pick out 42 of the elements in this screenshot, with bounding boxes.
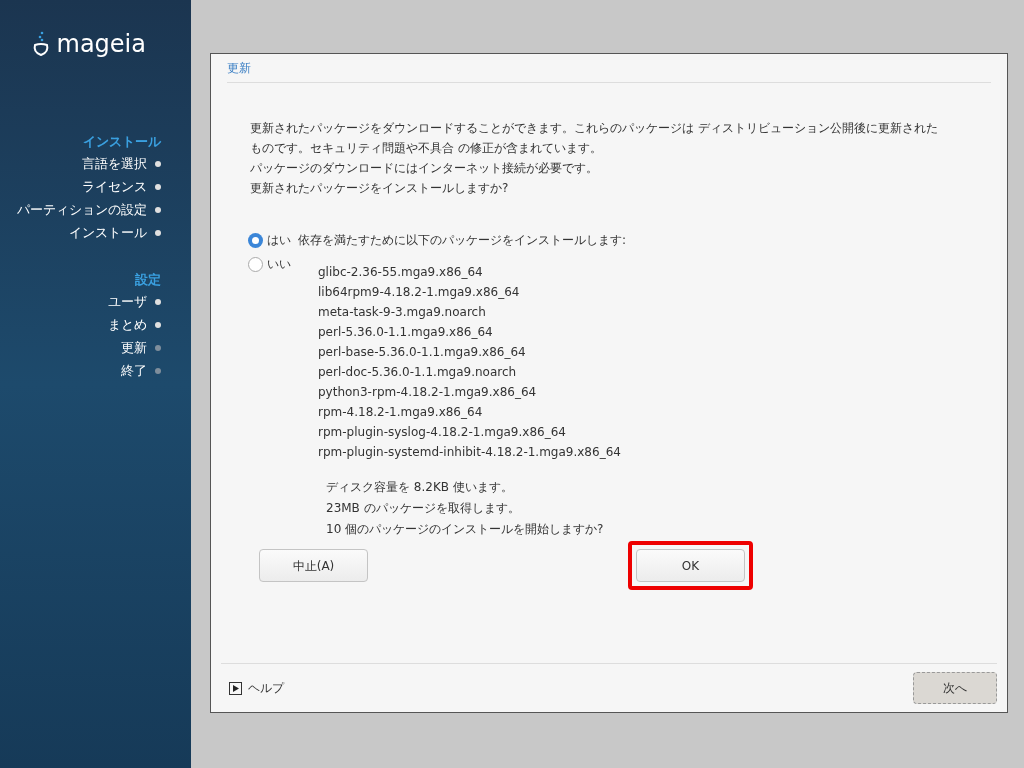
radio-button[interactable] xyxy=(248,232,263,248)
radio-label: いい xyxy=(267,256,291,273)
summary-text: 23MB のパッケージを取得します。 xyxy=(326,500,521,517)
package-name: rpm-plugin-systemd-inhibit-4.18.2-1.mga9.x86_64 xyxy=(318,444,622,461)
package-name: perl-5.36.0-1.1.mga9.x86_64 xyxy=(318,324,494,341)
package-name: lib64rpm9-4.18.2-1.mga9.x86_64 xyxy=(318,284,521,301)
next-button[interactable]: 次へ xyxy=(913,672,997,704)
radio-label: はい xyxy=(267,232,291,249)
radio-option[interactable]: はい xyxy=(248,231,298,249)
step-label: 更新 xyxy=(121,338,147,357)
step-label: ユーザ xyxy=(108,292,147,311)
step-label: 言語を選択 xyxy=(82,154,147,173)
package-name: glibc-2.36-55.mga9.x86_64 xyxy=(318,264,484,281)
package-name: python3-rpm-4.18.2-1.mga9.x86_64 xyxy=(318,384,538,401)
package-name: meta-task-9-3.mga9.noarch xyxy=(318,304,487,321)
radio-button[interactable] xyxy=(248,256,263,272)
dialog-message: 依存を満たすために以下のパッケージをインストールします: xyxy=(298,232,628,249)
dialog-button[interactable]: OK xyxy=(636,549,745,582)
step-label: パーティションの設定 xyxy=(17,200,147,219)
step-label: まとめ xyxy=(108,315,147,334)
intro-text: 更新されたパッケージをダウンロードすることができます。これらのパッケージは ディストリビューション公開後に更新された xyxy=(250,120,939,137)
step-label: インストール xyxy=(69,223,147,242)
summary-text: 10 個のパッケージのインストールを開始しますか? xyxy=(326,521,605,538)
help-toggle[interactable]: ヘルプ xyxy=(229,679,284,697)
radio-option[interactable]: いい xyxy=(248,255,298,273)
package-name: perl-doc-5.36.0-1.1.mga9.noarch xyxy=(318,364,518,381)
logo-text: mageia xyxy=(56,32,146,56)
intro-text: 更新されたパッケージをインストールしますか? xyxy=(250,180,510,197)
section-heading: 設定 xyxy=(135,271,161,289)
intro-text: パッケージのダウンロードにはインターネット接続が必要です。 xyxy=(250,160,599,177)
intro-text: ものです。セキュリティ問題や不具合 の修正が含まれています。 xyxy=(250,140,603,157)
dialog-button[interactable]: 中止(A) xyxy=(259,549,368,582)
package-name: rpm-4.18.2-1.mga9.x86_64 xyxy=(318,404,484,421)
help-label: ヘルプ xyxy=(248,680,284,697)
section-heading: インストール xyxy=(83,133,161,151)
package-name: rpm-plugin-syslog-4.18.2-1.mga9.x86_64 xyxy=(318,424,567,441)
step-label: 終了 xyxy=(121,361,147,380)
summary-text: ディスク容量を 8.2KB 使います。 xyxy=(326,479,514,496)
expander-icon xyxy=(229,681,242,695)
package-name: perl-base-5.36.0-1.1.mga9.x86_64 xyxy=(318,344,527,361)
step-label: ライセンス xyxy=(82,177,147,196)
panel-title: 更新 xyxy=(227,61,251,75)
